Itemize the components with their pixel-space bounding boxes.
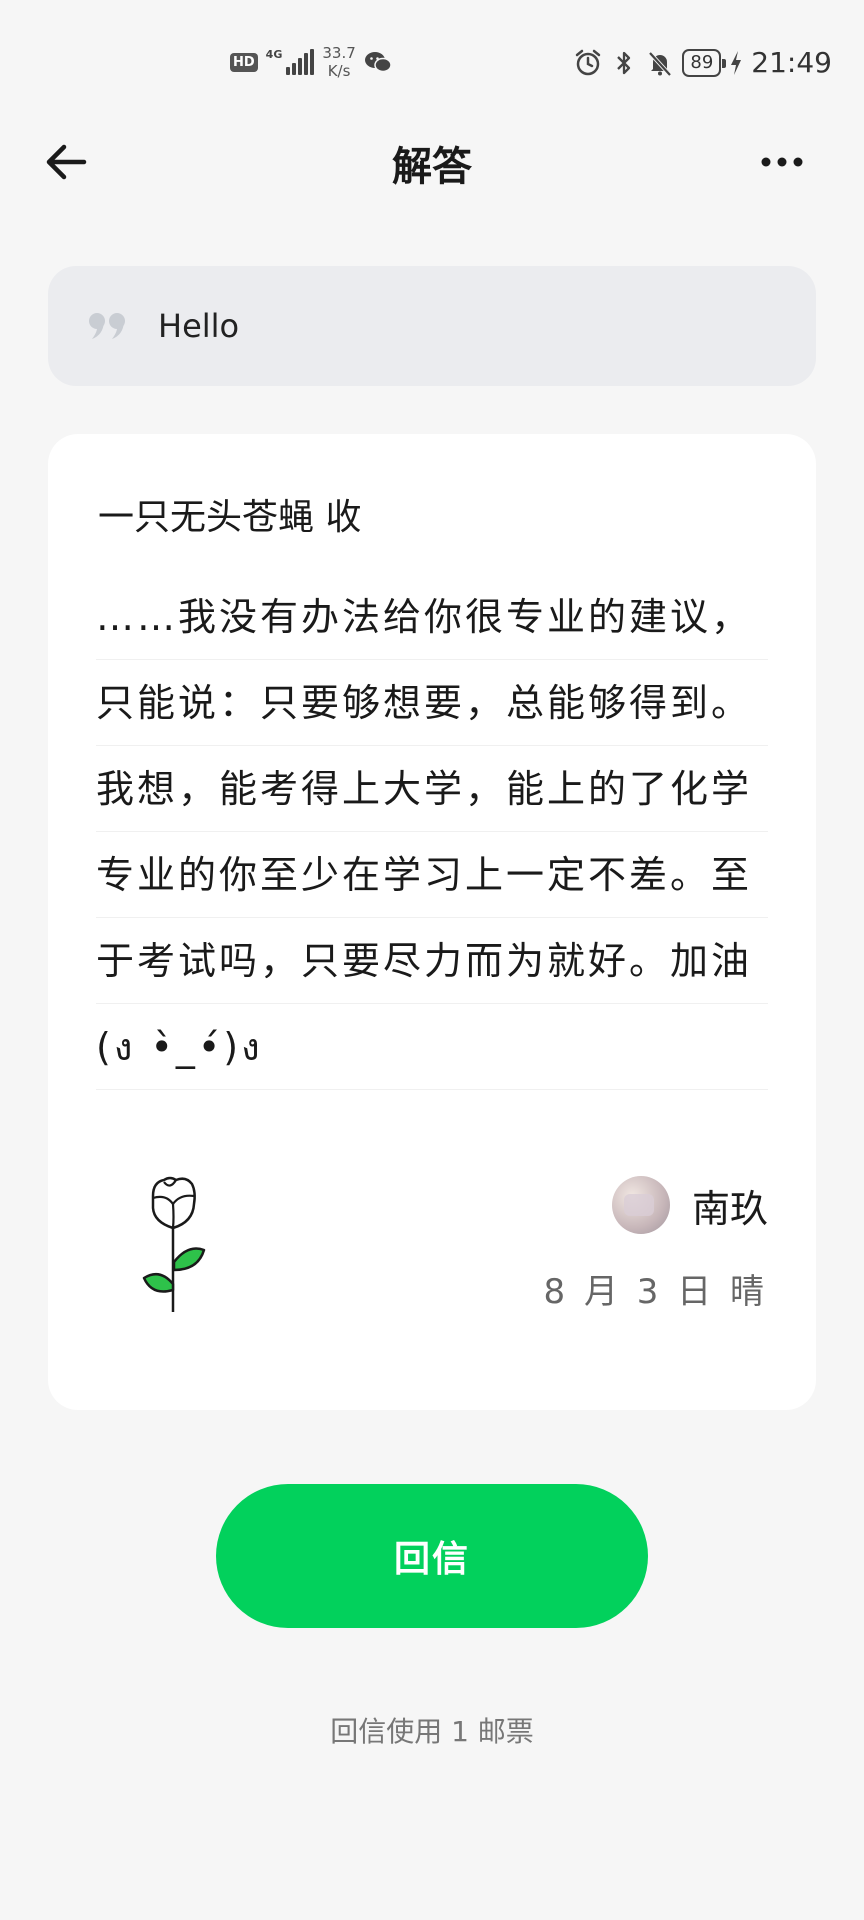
answer-body: ……我没有办法给你很专业的建议， 只能说：只要够想要，总能够得到。 我想，能考得… <box>96 574 768 1090</box>
answer-line: 专业的你至少在学习上一定不差。至 <box>96 832 768 918</box>
network-speed-value: 33.7 <box>322 44 356 62</box>
network-speed-unit: K/s <box>327 62 351 80</box>
more-dots-icon <box>761 157 803 167</box>
page-title: 解答 <box>392 144 472 190</box>
bluetooth-icon <box>610 49 638 77</box>
answer-line: 于考试吗，只要尽力而为就好。加油 <box>96 918 768 1004</box>
charging-icon <box>729 49 743 77</box>
alarm-icon <box>574 49 602 77</box>
answer-line: (ง •̀_•́)ง <box>96 1004 768 1090</box>
hd-badge: HD <box>230 52 258 72</box>
reply-button[interactable]: 回信 <box>216 1484 648 1628</box>
quote-icon <box>89 313 125 339</box>
question-text: Hello <box>158 307 240 345</box>
answer-card: 一只无头苍蝇 收 ……我没有办法给你很专业的建议， 只能说：只要够想要，总能够得… <box>48 434 816 1410</box>
reply-stamp-note: 回信使用 1 邮票 <box>330 1715 534 1748</box>
app-header: 解答 <box>0 120 864 200</box>
answer-line: 我想，能考得上大学，能上的了化学 <box>96 746 768 832</box>
status-bar: HD 4G 33.7 K/s 89 21:49 <box>0 0 864 120</box>
mute-bell-icon <box>646 49 674 77</box>
status-bar-right: 89 21:49 <box>574 46 832 79</box>
more-options-button[interactable] <box>752 138 812 186</box>
network-type: 4G <box>265 48 283 61</box>
question-box: Hello <box>48 266 816 386</box>
answer-line: 只能说：只要够想要，总能够得到。 <box>96 660 768 746</box>
wechat-icon <box>364 50 392 74</box>
rose-icon[interactable] <box>138 1174 208 1314</box>
answer-line: ……我没有办法给你很专业的建议， <box>96 574 768 660</box>
cellular-signal-icon: 4G <box>266 49 315 75</box>
letter-date: 8 月 3 日 晴 <box>543 1272 768 1312</box>
signer: 南玖 <box>611 1176 768 1234</box>
avatar[interactable] <box>611 1176 670 1234</box>
status-bar-left: HD 4G 33.7 K/s <box>230 44 392 80</box>
clock: 21:49 <box>751 46 832 79</box>
network-speed: 33.7 K/s <box>322 44 355 80</box>
battery-level: 89 <box>682 48 727 77</box>
signer-name: 南玖 <box>691 1186 768 1231</box>
recipient-line: 一只无头苍蝇 收 <box>98 497 362 538</box>
